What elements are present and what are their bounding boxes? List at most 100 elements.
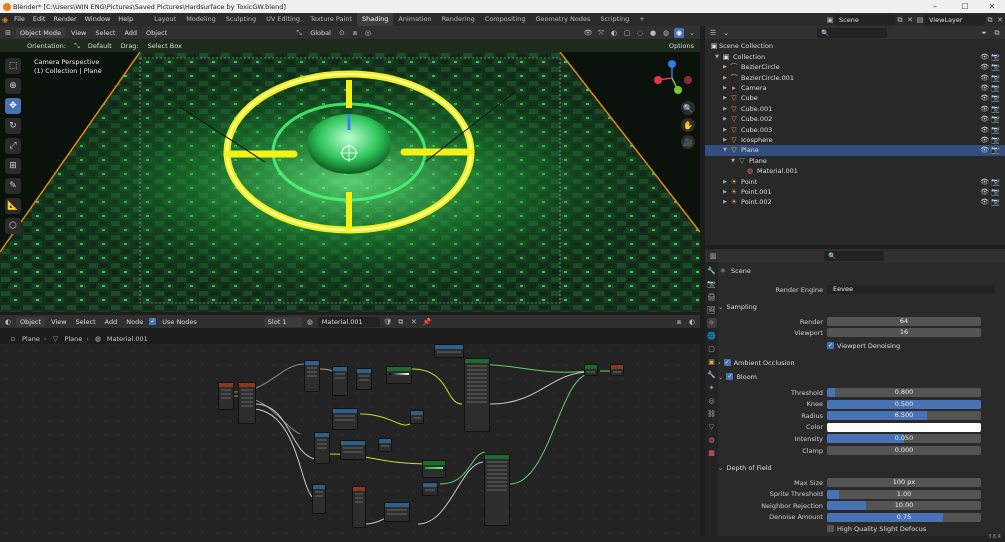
annotate-icon[interactable]: ✎ bbox=[5, 178, 21, 194]
expand-toggle-icon[interactable]: ▶ bbox=[721, 85, 729, 91]
add-workspace-button[interactable]: + bbox=[634, 13, 649, 26]
render-visibility-icon[interactable]: 📷 bbox=[991, 53, 1000, 61]
wireframe-shading-icon[interactable]: ◌ bbox=[635, 28, 645, 38]
orientation-dropdown[interactable]: Default bbox=[85, 42, 115, 50]
object-tab-icon[interactable]: ▣ bbox=[707, 357, 717, 367]
minimize-button[interactable]: – bbox=[922, 0, 948, 13]
property-slider[interactable]: 1.00 bbox=[827, 489, 981, 499]
gizmo-icon[interactable]: ⤧ bbox=[596, 28, 606, 38]
shading-options-icon[interactable]: ⌄ bbox=[687, 28, 697, 38]
menu-select[interactable]: Select bbox=[92, 29, 118, 37]
scene-selector[interactable]: Scene bbox=[835, 14, 895, 25]
node-mapping[interactable] bbox=[238, 382, 256, 424]
visibility-icon[interactable]: 👁 bbox=[583, 28, 593, 38]
properties-search-field[interactable]: 🔍 bbox=[824, 250, 884, 261]
zoom-icon[interactable]: 🔍 bbox=[681, 101, 695, 115]
viewport-denoising-checkbox[interactable]: ✓ bbox=[827, 342, 834, 349]
expand-toggle-icon[interactable]: ▶ bbox=[721, 95, 729, 101]
node-editor-canvas[interactable] bbox=[0, 344, 700, 536]
tab-rendering[interactable]: Rendering bbox=[437, 13, 480, 26]
material-shading-icon[interactable]: ◍ bbox=[661, 28, 671, 38]
overlay-icon[interactable]: ◐ bbox=[609, 28, 619, 38]
menu-window[interactable]: Window bbox=[81, 13, 115, 26]
tab-sculpting[interactable]: Sculpting bbox=[221, 13, 261, 26]
physics-tab-icon[interactable]: ◎ bbox=[707, 396, 717, 406]
axis-gizmo[interactable] bbox=[650, 58, 696, 98]
visibility-eye-icon[interactable]: 👁 bbox=[980, 84, 989, 92]
outliner-item[interactable]: ▶ ☀ Point.002 👁 📷 bbox=[705, 197, 1005, 208]
maximize-button[interactable]: ☐ bbox=[952, 0, 978, 13]
render-visibility-icon[interactable]: 📷 bbox=[991, 188, 1000, 196]
solid-shading-icon[interactable]: ● bbox=[648, 28, 658, 38]
node-image-texture[interactable] bbox=[332, 408, 358, 430]
blender-menu-icon[interactable]: ◉ bbox=[0, 15, 10, 25]
render-visibility-icon[interactable]: 📷 bbox=[991, 146, 1000, 154]
expand-toggle-icon[interactable]: ▶ bbox=[721, 116, 729, 122]
visibility-eye-icon[interactable]: 👁 bbox=[980, 115, 989, 123]
material-tab-icon[interactable]: ◍ bbox=[707, 435, 717, 445]
constraints-tab-icon[interactable]: ⛓ bbox=[707, 409, 717, 419]
ambient-occlusion-checkbox[interactable]: ✓ bbox=[723, 359, 731, 366]
pin-icon[interactable]: 📌 bbox=[422, 317, 432, 327]
expand-toggle-icon[interactable]: ▶ bbox=[721, 199, 729, 205]
tab-compositing[interactable]: Compositing bbox=[480, 13, 531, 26]
property-slider[interactable]: 0.800 bbox=[827, 388, 981, 397]
pivot-icon[interactable]: ⊙ bbox=[337, 28, 347, 38]
node-menu-node[interactable]: Node bbox=[123, 318, 146, 326]
visibility-eye-icon[interactable]: 👁 bbox=[980, 74, 989, 82]
delete-scene-icon[interactable]: ✕ bbox=[905, 15, 915, 25]
viewport-3d[interactable]: Camera Perspective (1) Collection | Plan… bbox=[0, 52, 700, 312]
measure-icon[interactable]: 📐 bbox=[5, 198, 21, 214]
property-slider[interactable]: 100 px bbox=[827, 478, 981, 487]
render-visibility-icon[interactable]: 📷 bbox=[991, 105, 1000, 113]
render-visibility-icon[interactable]: 📷 bbox=[991, 115, 1000, 123]
menu-edit[interactable]: Edit bbox=[29, 13, 50, 26]
filter-icon[interactable]: ⏷ bbox=[979, 28, 989, 38]
use-nodes-checkbox[interactable]: ✓ bbox=[149, 318, 157, 325]
drag-dropdown[interactable]: Select Box bbox=[145, 42, 185, 50]
menu-render[interactable]: Render bbox=[49, 13, 80, 26]
expand-toggle-icon[interactable]: ▶ bbox=[721, 137, 729, 143]
pan-hand-icon[interactable]: ✋ bbox=[681, 118, 695, 132]
viewlayer-selector[interactable]: ViewLayer bbox=[925, 14, 985, 25]
menu-help[interactable]: Help bbox=[114, 13, 137, 26]
visibility-eye-icon[interactable]: 👁 bbox=[980, 198, 989, 206]
node-mix[interactable] bbox=[434, 344, 464, 358]
node-separate-rgb[interactable] bbox=[384, 502, 410, 522]
node-menu-view[interactable]: View bbox=[48, 318, 69, 326]
material-name-field[interactable]: Material.001 bbox=[317, 316, 380, 327]
modifier-tab-icon[interactable]: 🔧 bbox=[707, 370, 717, 380]
property-slider[interactable]: 0.500 bbox=[827, 399, 981, 409]
visibility-eye-icon[interactable]: 👁 bbox=[980, 94, 989, 102]
render-visibility-icon[interactable]: 📷 bbox=[991, 84, 1000, 92]
bloom-checkbox[interactable]: ✓ bbox=[726, 373, 734, 380]
sampling-panel-header[interactable]: ⌄ Sampling bbox=[718, 301, 1000, 312]
unlink-material-icon[interactable]: ✕ bbox=[409, 317, 419, 327]
property-slider[interactable]: 10.00 bbox=[827, 501, 981, 511]
outliner-item[interactable]: ▶ ☀ Point.001 👁 📷 bbox=[705, 187, 1005, 198]
node-color-ramp[interactable] bbox=[422, 460, 446, 478]
node-editor-type-icon[interactable]: ◐ bbox=[3, 317, 13, 327]
rotate-icon[interactable]: ↻ bbox=[5, 118, 21, 134]
overlay-node-icon[interactable]: ◐ bbox=[687, 317, 697, 327]
outliner-item[interactable]: ▼ ▽ Plane bbox=[705, 156, 1005, 167]
mode-selector[interactable]: Object Mode bbox=[16, 27, 65, 38]
node-image-texture[interactable] bbox=[332, 366, 348, 396]
expand-toggle-icon[interactable]: ▼ bbox=[713, 54, 721, 60]
node-menu-add[interactable]: Add bbox=[102, 318, 121, 326]
display-mode-icon[interactable]: ⌄ bbox=[721, 28, 731, 38]
bloom-panel-header[interactable]: ⌄ ✓ Bloom bbox=[718, 371, 1000, 382]
visibility-eye-icon[interactable]: 👁 bbox=[980, 53, 989, 61]
menu-view[interactable]: View bbox=[68, 29, 89, 37]
outliner-item[interactable]: ▶ ⌒ BezierCircle.001 👁 📷 bbox=[705, 72, 1005, 83]
node-image-texture[interactable] bbox=[356, 368, 372, 390]
render-visibility-icon[interactable]: 📷 bbox=[991, 126, 1000, 134]
node-image-texture[interactable] bbox=[352, 486, 366, 528]
render-samples-field[interactable]: 64 bbox=[827, 317, 981, 326]
node-color-ramp[interactable] bbox=[386, 366, 412, 384]
node-image-texture[interactable] bbox=[304, 360, 320, 392]
collection-tab-icon[interactable]: ▢ bbox=[707, 344, 717, 354]
texture-tab-icon[interactable]: ▦ bbox=[707, 448, 717, 458]
outliner-item[interactable]: ▶ ▽ Icosphere 👁 📷 bbox=[705, 135, 1005, 146]
render-visibility-icon[interactable]: 📷 bbox=[991, 74, 1000, 82]
